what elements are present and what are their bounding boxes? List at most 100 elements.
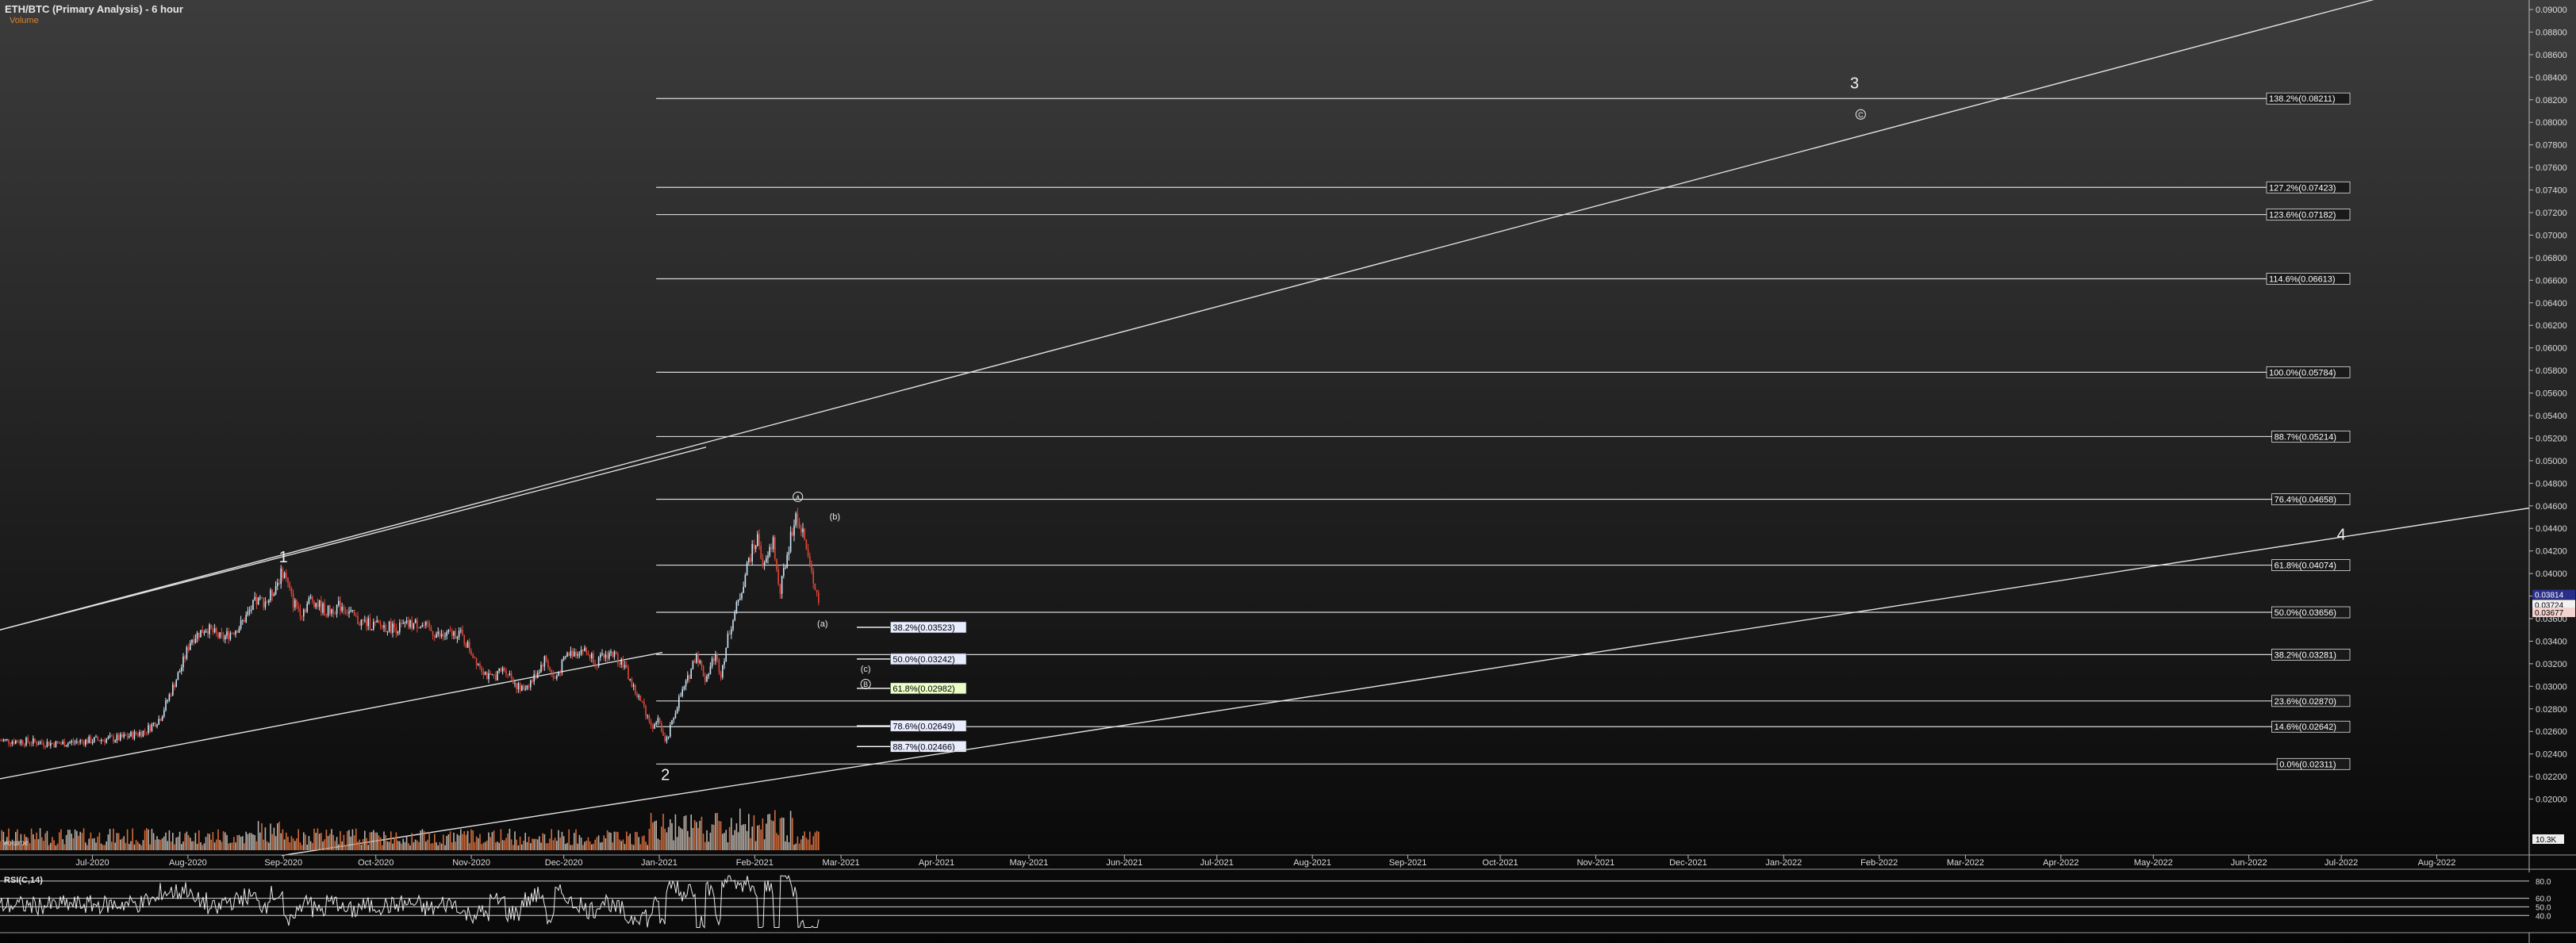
volume-bar — [399, 841, 401, 850]
time-tick-label: Sep-2021 — [1389, 858, 1427, 868]
candle-body — [554, 677, 556, 679]
volume-bar — [120, 839, 121, 850]
candle-body — [683, 686, 685, 689]
volume-bar — [795, 843, 797, 850]
volume-bar — [200, 841, 202, 850]
candle-body — [680, 696, 681, 697]
volume-bar — [67, 830, 69, 850]
volume-bar — [532, 838, 533, 850]
volume-bar — [639, 844, 642, 850]
volume-bar — [708, 841, 709, 850]
candle-body — [530, 680, 532, 688]
volume-bar — [303, 832, 305, 850]
candle-body — [610, 651, 612, 653]
candle-body — [692, 661, 694, 669]
candle-body — [142, 730, 144, 737]
volume-bar — [797, 836, 799, 850]
volume-bar — [612, 842, 613, 850]
volume-bar — [247, 834, 249, 850]
candle-body — [151, 723, 153, 731]
candle-body — [190, 642, 191, 650]
candle-body — [727, 633, 729, 648]
candle-body — [709, 666, 712, 674]
volume-bar — [72, 838, 75, 850]
candle-body — [444, 635, 446, 637]
candle-body — [402, 623, 404, 624]
candle-body — [385, 625, 386, 632]
volume-bar — [554, 838, 556, 850]
candle-body — [670, 724, 671, 737]
volume-bar — [574, 833, 575, 850]
time-tick-label: Apr-2022 — [2043, 858, 2079, 868]
candle-body — [624, 665, 626, 668]
volume-bar — [685, 815, 687, 850]
candle-body — [645, 706, 647, 716]
volume-bar — [521, 844, 523, 850]
candle-body — [478, 664, 479, 665]
volume-bar — [78, 835, 79, 850]
volume-bar — [158, 839, 159, 850]
volume-bar — [221, 841, 223, 850]
candle-body — [526, 685, 528, 689]
volume-bar — [645, 841, 647, 850]
candle-body — [158, 719, 159, 725]
candle-body — [674, 713, 677, 719]
volume-bar — [376, 832, 378, 850]
volume-bar — [475, 836, 478, 850]
candle-body — [179, 671, 181, 673]
volume-bar — [152, 833, 155, 850]
volume-bar — [353, 835, 355, 850]
candle-body — [617, 654, 619, 664]
candle-body — [711, 658, 713, 667]
volume-bar — [283, 839, 286, 850]
volume-bar — [523, 841, 524, 850]
price-tick-label: 0.04400 — [2536, 524, 2567, 534]
volume-bar — [722, 834, 724, 850]
candle-body — [440, 634, 443, 637]
time-tick-label: Oct-2020 — [358, 858, 394, 868]
candle-body — [605, 654, 607, 658]
volume-bar — [132, 828, 133, 850]
volume-bar — [577, 843, 578, 850]
volume-bar — [481, 844, 482, 850]
candle-body — [205, 631, 207, 633]
candle-body — [277, 583, 278, 587]
candle-body — [718, 659, 720, 673]
volume-bar — [379, 837, 382, 850]
candle-body — [140, 732, 142, 737]
volume-bar — [36, 832, 37, 850]
candle-body — [702, 666, 704, 677]
price-tick-label: 0.05200 — [2536, 434, 2567, 443]
volume-bar — [739, 808, 741, 850]
candle-body — [4, 739, 6, 741]
candle-body — [348, 611, 350, 614]
candle-body — [474, 657, 476, 659]
volume-bar — [491, 832, 493, 850]
candle-body — [779, 584, 781, 594]
candle-body — [117, 734, 120, 741]
candle-body — [184, 656, 186, 659]
candle-body — [360, 619, 363, 626]
volume-bar — [373, 830, 374, 850]
volume-bar — [100, 843, 102, 850]
chart-canvas[interactable]: 138.2%(0.08211)127.2%(0.07423)123.6%(0.0… — [0, 0, 2576, 943]
candle-body — [451, 631, 453, 636]
candle-body — [252, 600, 254, 610]
volume-bar — [770, 820, 773, 850]
fib-retrace-label: 38.2%(0.03523) — [893, 623, 954, 633]
volume-bar — [155, 839, 156, 850]
volume-bar — [587, 837, 589, 850]
candle-body — [193, 639, 194, 643]
candle-body — [39, 742, 41, 745]
candle-body — [395, 627, 397, 634]
candle-body — [202, 630, 203, 634]
volume-bar — [148, 829, 149, 850]
volume-bar — [514, 831, 516, 850]
volume-bar — [270, 823, 271, 850]
volume-bar — [359, 839, 360, 850]
volume-bar — [355, 828, 357, 850]
candle-body — [800, 527, 802, 533]
volume-value-label: 10.3K — [2536, 836, 2556, 845]
candle-body — [626, 665, 628, 668]
candle-body — [486, 672, 488, 680]
